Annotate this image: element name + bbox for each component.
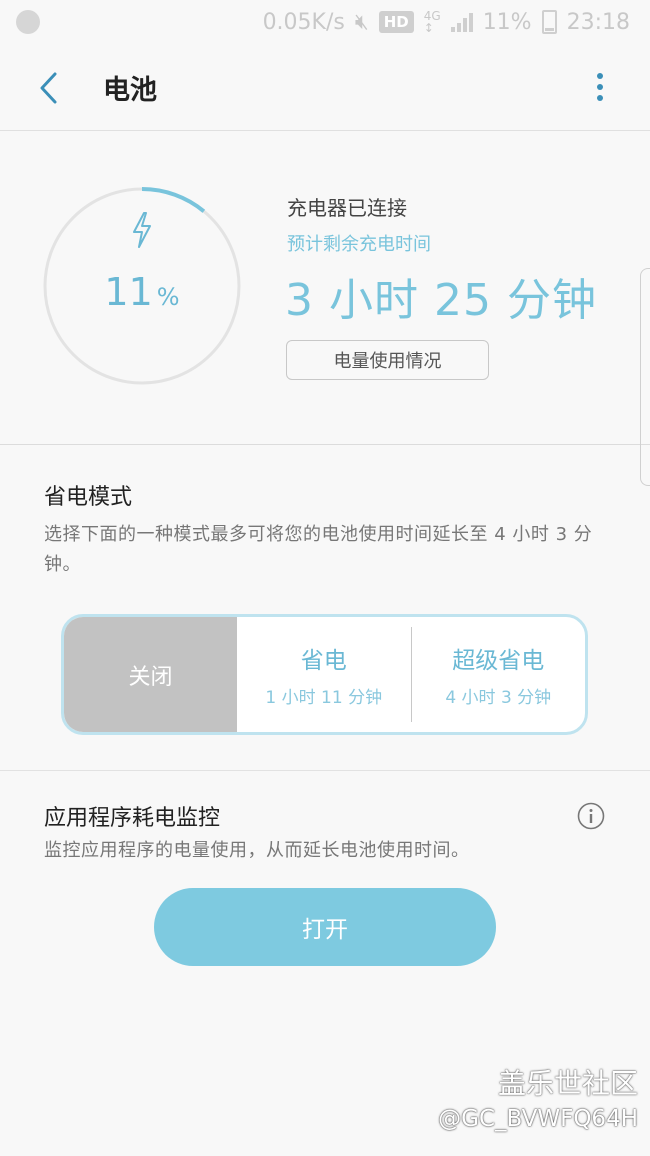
section-divider <box>0 770 650 771</box>
estimate-label: 预计剩余充电时间 <box>287 234 431 255</box>
battery-icon <box>541 10 557 34</box>
power-saving-description: 选择下面的一种模式最多可将您的电池使用时间延长至 4 小时 3 分钟。 <box>44 524 593 575</box>
mute-icon: 🔇︎ <box>354 9 369 35</box>
mode-name: 省电 <box>300 648 347 674</box>
turn-on-button[interactable]: 打开 <box>154 888 496 966</box>
battery-status-section: 11% 充电器已连接 预计剩余充电时间 3 小时 25 分钟 电量使用情况 <box>0 130 650 445</box>
hd-badge: HD <box>378 11 414 33</box>
power-mode-selector: 关闭 省电 1 小时 11 分钟 超级省电 4 小时 3 分钟 <box>61 614 588 735</box>
watermark-handle: @GC_BVWFQ64H <box>438 1106 638 1132</box>
network-speed: 0.05K/s <box>262 9 345 35</box>
mode-time: 4 小时 3 分钟 <box>445 688 552 708</box>
battery-ring: 11% <box>42 186 242 386</box>
power-saving-title: 省电模式 <box>44 485 133 510</box>
battery-usage-button[interactable]: 电量使用情况 <box>286 340 489 380</box>
clock: 23:18 <box>566 9 630 35</box>
notification-icon <box>16 10 40 34</box>
watermark-community: 盖乐世社区 <box>497 1067 638 1100</box>
mode-ultra-power-saving-option[interactable]: 超级省电 4 小时 3 分钟 <box>412 617 586 732</box>
mode-time: 1 小时 11 分钟 <box>265 688 383 708</box>
mode-off-option[interactable]: 关闭 <box>64 617 237 732</box>
edge-panel-handle[interactable] <box>640 268 650 486</box>
more-dot-icon <box>597 73 603 79</box>
back-arrow-icon <box>40 72 57 104</box>
status-icons: 0.05K/s 🔇︎ HD 4G ↕ 11% 23:18 <box>263 6 630 38</box>
page-title: 电池 <box>103 75 157 106</box>
app-bar: 电池 <box>0 44 650 131</box>
mode-name: 超级省电 <box>452 648 545 674</box>
status-bar: 0.05K/s 🔇︎ HD 4G ↕ 11% 23:18 <box>0 0 650 44</box>
more-options-button[interactable] <box>590 70 610 106</box>
app-monitor-title: 应用程序耗电监控 <box>44 806 221 831</box>
info-icon[interactable] <box>577 802 605 830</box>
signal-icon <box>450 12 473 32</box>
app-monitor-description: 监控应用程序的电量使用，从而延长电池使用时间。 <box>44 840 470 861</box>
charger-status: 充电器已连接 <box>287 196 407 220</box>
network-type: 4G ↕ <box>423 9 441 35</box>
mode-power-saving-option[interactable]: 省电 1 小时 11 分钟 <box>237 617 411 732</box>
back-button[interactable] <box>28 66 72 110</box>
estimate-time: 3 小时 25 分钟 <box>285 275 597 326</box>
lightning-icon <box>133 212 151 248</box>
battery-percent: 11% <box>482 9 532 35</box>
battery-percent-display: 11% <box>104 270 180 314</box>
